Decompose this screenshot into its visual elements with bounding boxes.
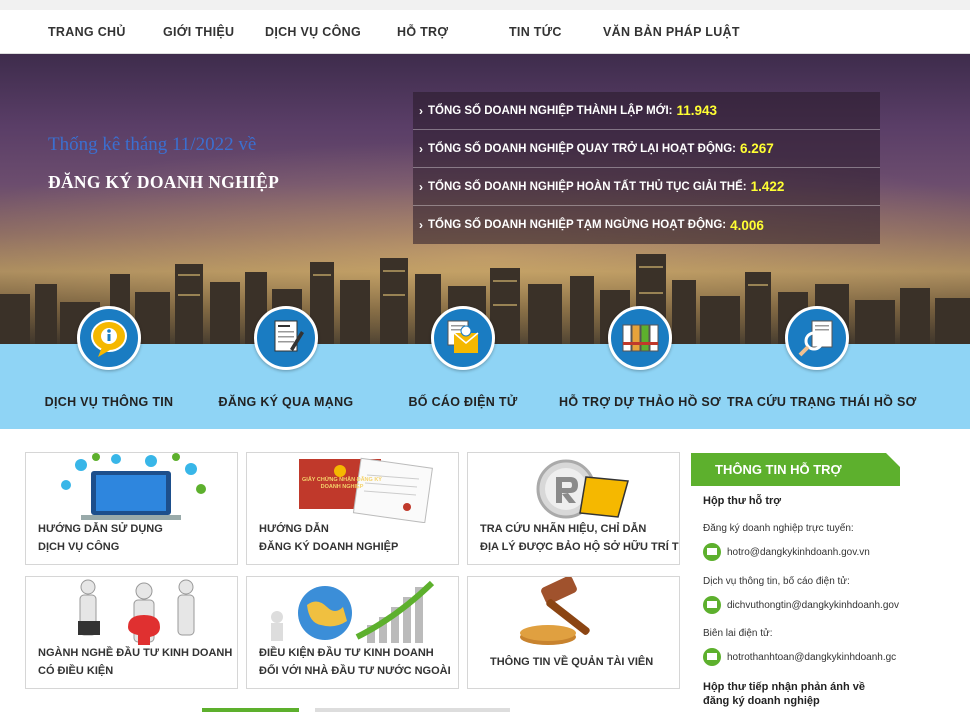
stat-value: 11.943 [676,103,718,118]
stat-label: TỔNG SỐ DOANH NGHIỆP QUAY TRỞ LẠI HOẠT Đ… [428,142,736,155]
service-label: BỐ CÁO ĐIỆN TỬ [408,395,518,409]
support-info-heading: THÔNG TIN HỖ TRỢ [691,453,900,486]
laptop-network-image [61,453,206,520]
service-information[interactable]: DỊCH VỤ THÔNG TIN [19,306,199,429]
gavel-image [520,577,590,645]
support-mailbox-title: Hộp thư hỗ trợ [703,495,782,507]
stat-value: 1.422 [750,179,785,194]
card-trademark-lookup[interactable]: TRA CỨU NHÃN HIỆU, CHỈ DẪN ĐỊA LÝ ĐƯỢC BẢ… [467,452,680,565]
statistics-panel: › TỔNG SỐ DOANH NGHIỆP THÀNH LẬP MỚI: 11… [413,92,880,244]
card-text: HƯỚNG DẪN ĐĂNG KÝ DOANH NGHIỆP [259,523,399,553]
chevron-right-icon: › [419,218,423,232]
service-label: ĐĂNG KÝ QUA MẠNG [218,395,354,409]
info-bubble-icon [77,306,141,370]
certificate-art-text: GIẤY CHỨNG NHẬN ĐĂNG KÝ DOANH NGHIỆP [302,477,382,490]
nav-news[interactable]: TIN TỨC [509,25,562,39]
service-label: DỊCH VỤ THÔNG TIN [44,395,174,409]
e-receipt-email[interactable]: hotrothanhtoan@dangkykinhdoanh.gc [703,648,903,668]
top-nav: TRANG CHỦ GIỚI THIỆU DỊCH VỤ CÔNG HỖ TRỢ… [0,0,970,54]
chevron-right-icon: › [419,179,423,194]
hero-banner: Thống kê tháng 11/2022 về ĐĂNG KÝ DOANH … [0,54,970,344]
service-label: HỖ TRỢ DỰ THẢO HỒ SƠ [559,395,721,409]
service-status-lookup[interactable]: TRA CỨU TRẠNG THÁI HỒ SƠ [727,306,917,429]
nav-support[interactable]: HỖ TRỢ [397,25,448,39]
card-public-service-guide[interactable]: HƯỚNG DẪN SỬ DỤNG DỊCH VỤ CÔNG [25,452,238,565]
stat-dissolved-businesses: › TỔNG SỐ DOANH NGHIỆP HOÀN TẤT THỦ TỤC … [413,168,880,206]
online-registration-email[interactable]: hotro@dangkykinhdoanh.gov.vn [703,543,903,563]
card-text: NGÀNH NGHỀ ĐẦU TƯ KINH DOANH CÓ ĐIỀU KIỆN [38,647,233,677]
card-text: HƯỚNG DẪN SỬ DỤNG DỊCH VỤ CÔNG [38,523,163,553]
nav-legal-documents[interactable]: VĂN BẢN PHÁP LUẬT [603,25,740,39]
mail-icon [703,543,721,561]
stat-label: TỔNG SỐ DOANH NGHIỆP HOÀN TẤT THỦ TỤC GI… [428,180,747,193]
hero-title: ĐĂNG KÝ DOANH NGHIỆP [48,172,280,192]
nav-home[interactable]: TRANG CHỦ [48,25,126,39]
card-insolvency-administrator-info[interactable]: THÔNG TIN VỀ QUẢN TÀI VIÊN [467,576,680,689]
bottom-tab-divider [315,708,510,712]
chevron-right-icon: › [419,103,423,118]
registration-form-icon [254,306,318,370]
card-text: TRA CỨU NHÃN HIỆU, CHỈ DẪN ĐỊA LÝ ĐƯỢC BẢ… [480,523,680,553]
card-conditional-business-lines[interactable]: NGÀNH NGHỀ ĐẦU TƯ KINH DOANH CÓ ĐIỀU KIỆN [25,576,238,689]
stat-suspended-businesses: › TỔNG SỐ DOANH NGHIỆP TẠM NGỪNG HOẠT ĐỘ… [413,206,880,244]
globe-growth-image [271,580,435,643]
online-registration-label: Đăng ký doanh nghiệp trực tuyến: [703,523,854,534]
card-text: ĐIỀU KIỆN ĐẦU TƯ KINH DOANH ĐỐI VỚI NHÀ Đ… [259,647,451,677]
stat-value: 6.267 [739,141,774,156]
services-band: DỊCH VỤ THÔNG TIN ĐĂNG KÝ QUA MẠNG BỐ CÁ… [0,306,970,429]
service-draft-support[interactable]: HỖ TRỢ DỰ THẢO HỒ SƠ [550,306,730,429]
info-services-email[interactable]: dichvuthongtin@dangkykinhdoanh.gov [703,596,903,616]
nav-public-services[interactable]: DỊCH VỤ CÔNG [265,25,361,39]
business-people-image [78,579,195,645]
stat-new-businesses: › TỔNG SỐ DOANH NGHIỆP THÀNH LẬP MỚI: 11… [413,92,880,130]
feedback-mailbox-title: Hộp thư tiếp nhận phản ánh về đăng ký doa… [703,681,865,707]
nav-about[interactable]: GIỚI THIỆU [163,25,234,39]
hero-subtitle: Thống kê tháng 11/2022 về [48,134,257,155]
stat-value: 4.006 [730,217,764,233]
binders-icon [608,306,672,370]
stat-label: TỔNG SỐ DOANH NGHIỆP THÀNH LẬP MỚI: [428,104,673,117]
magnifier-document-icon [785,306,849,370]
info-services-label: Dịch vụ thông tin, bố cáo điện tử: [703,576,850,587]
chevron-right-icon: › [419,141,423,156]
mail-icon [703,648,721,666]
email-document-icon [431,306,495,370]
mail-icon [703,596,721,614]
stat-label: TỔNG SỐ DOANH NGHIỆP TẠM NGỪNG HOẠT ĐỘNG… [428,219,727,231]
card-business-registration-guide[interactable]: GIẤY CHỨNG NHẬN ĐĂNG KÝ DOANH NGHIỆP HƯỚ… [246,452,459,565]
service-electronic-notice[interactable]: BỐ CÁO ĐIỆN TỬ [373,306,553,429]
card-foreign-investment-conditions[interactable]: ĐIỀU KIỆN ĐẦU TƯ KINH DOANH ĐỐI VỚI NHÀ Đ… [246,576,459,689]
service-online-registration[interactable]: ĐĂNG KÝ QUA MẠNG [196,306,376,429]
registered-trademark-image [536,459,629,519]
stat-resumed-businesses: › TỔNG SỐ DOANH NGHIỆP QUAY TRỞ LẠI HOẠT… [413,130,880,168]
card-text: THÔNG TIN VỀ QUẢN TÀI VIÊN [490,656,654,668]
bottom-tab-indicator [202,708,299,712]
e-receipt-label: Biên lai điện tử: [703,628,773,639]
service-label: TRA CỨU TRẠNG THÁI HỒ SƠ [727,395,917,409]
